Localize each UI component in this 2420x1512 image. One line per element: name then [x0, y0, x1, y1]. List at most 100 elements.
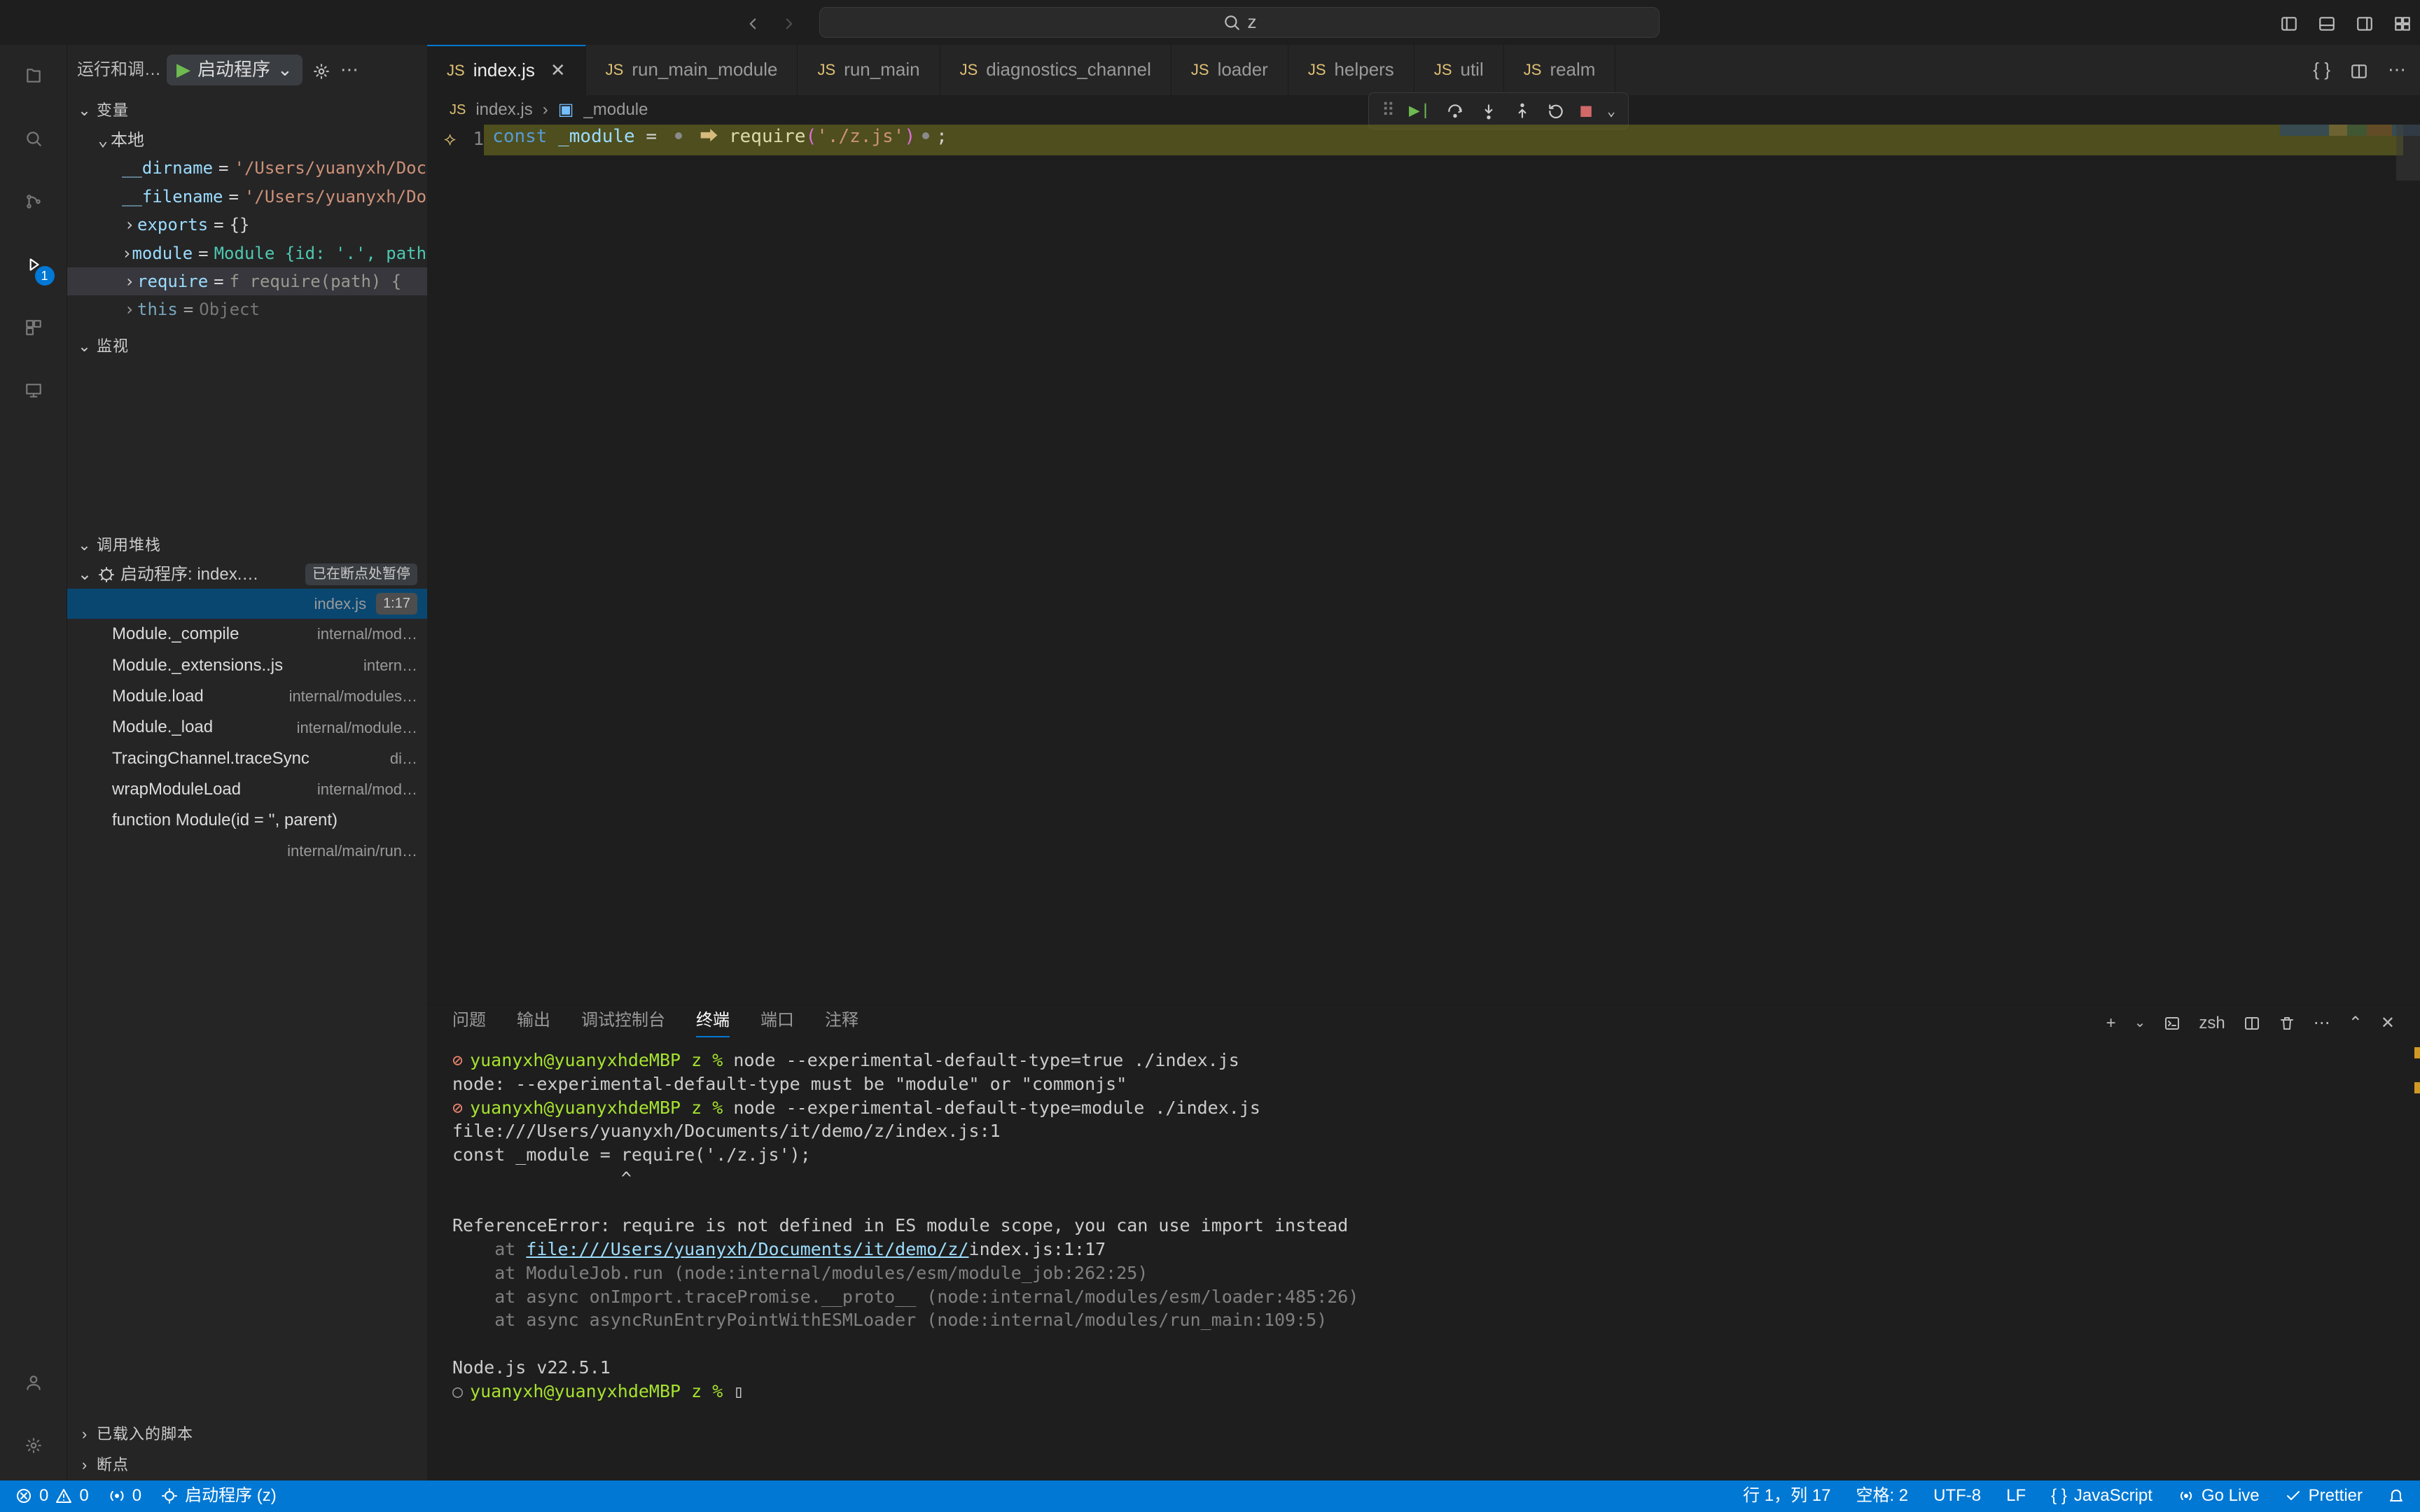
callstack-frame[interactable]: Module._extensions..jsintern… [67, 650, 427, 681]
status-go-live[interactable]: Go Live [2178, 1485, 2260, 1507]
callstack-frame[interactable]: index.js1:17 [67, 589, 427, 619]
callstack-frame[interactable]: Module._compileinternal/mod… [67, 619, 427, 650]
run-debug-icon[interactable]: 1 [18, 249, 49, 280]
chevron-down-icon[interactable]: ⌄ [2134, 1014, 2146, 1032]
braces-icon[interactable]: { } [2313, 57, 2330, 82]
remote-icon[interactable] [18, 375, 49, 406]
terminal-shell-icon[interactable] [2164, 1012, 2181, 1035]
panel-new-icon[interactable]: + [2106, 1012, 2116, 1035]
scope-local[interactable]: ⌄ 本地 [67, 126, 427, 154]
chevron-down-icon: ⌄ [77, 535, 92, 556]
split-editor-icon[interactable] [2350, 57, 2368, 82]
error-icon [15, 1488, 32, 1504]
step-into-icon[interactable] [1480, 99, 1498, 123]
trash-icon[interactable] [2279, 1012, 2295, 1035]
command-center[interactable]: z [819, 7, 1660, 38]
tab-helpers[interactable]: JShelpers [1288, 45, 1414, 95]
step-out-icon[interactable] [1513, 99, 1531, 123]
js-file-icon: JS [960, 59, 978, 80]
panel-tab-终端[interactable]: 终端 [696, 1009, 730, 1037]
chevron-up-icon[interactable]: ⌃ [2349, 1012, 2363, 1035]
layout-left-icon[interactable] [2280, 10, 2298, 34]
tab-index-js[interactable]: JSindex.js✕ [427, 45, 586, 95]
status-eol[interactable]: LF [2006, 1485, 2026, 1507]
callstack-frame[interactable]: wrapModuleLoadinternal/mod… [67, 774, 427, 805]
tab-realm[interactable]: JSrealm [1504, 45, 1616, 95]
editor-area: JSindex.js✕JSrun_main_moduleJSrun_mainJS… [427, 45, 2420, 1480]
nav-back-icon[interactable] [744, 10, 762, 34]
callstack-frame[interactable]: Module.loadinternal/modules… [67, 681, 427, 712]
continue-icon[interactable]: ▶❘ [1409, 99, 1431, 123]
source-control-icon[interactable] [18, 186, 49, 217]
layout-customize-icon[interactable] [2393, 10, 2412, 34]
configure-gear-icon[interactable] [312, 57, 331, 82]
panel-tab-端口[interactable]: 端口 [760, 1009, 794, 1037]
tab-more-icon[interactable]: ⋯ [2388, 57, 2406, 82]
status-debug-launch[interactable]: 启动程序 (z) [161, 1485, 277, 1507]
settings-gear-icon[interactable] [18, 1430, 49, 1461]
close-icon[interactable]: ✕ [550, 58, 566, 83]
terminal[interactable]: ⊘yuanyxh@yuanyxhdeMBP z % node --experim… [427, 1042, 2420, 1480]
var-module[interactable]: › module=Module {id: '.', path:… [67, 239, 427, 267]
panel-tab-注释[interactable]: 注释 [825, 1009, 858, 1037]
panel-close-icon[interactable]: ✕ [2381, 1012, 2395, 1035]
section-variables[interactable]: ⌄ 变量 [67, 95, 427, 126]
breadcrumb-file: index.js [475, 99, 532, 121]
tab-run-main-module[interactable]: JSrun_main_module [586, 45, 798, 95]
chevron-down-icon: ⌄ [77, 564, 92, 586]
chevron-down-icon[interactable]: ⌄ [1607, 102, 1615, 120]
status-encoding[interactable]: UTF-8 [1933, 1485, 1981, 1507]
check-icon [2285, 1488, 2302, 1504]
callstack-frame[interactable]: Module._loadinternal/module… [67, 712, 427, 743]
status-prettier[interactable]: Prettier [2285, 1485, 2363, 1507]
code-line-1[interactable]: ⟡ 1 const _module = ⮕ require('./z.js'); [427, 125, 2420, 155]
tab-run-main[interactable]: JSrun_main [798, 45, 940, 95]
status-ln-col[interactable]: 行 1，列 17 [1743, 1485, 1830, 1507]
status-indent[interactable]: 空格: 2 [1856, 1485, 1908, 1507]
bug-icon [98, 564, 115, 586]
layout-bottom-icon[interactable] [2318, 10, 2336, 34]
account-icon[interactable] [18, 1367, 49, 1398]
callstack-frame[interactable]: TracingChannel.traceSyncdi… [67, 743, 427, 774]
current-statement-arrow-icon: ⮕ [700, 126, 718, 147]
panel-tab-输出[interactable]: 输出 [517, 1009, 550, 1037]
callstack-frame[interactable]: internal/main/run… [67, 836, 427, 866]
js-file-icon: JS [1308, 59, 1326, 80]
section-callstack[interactable]: ⌄ 调用堆栈 [67, 530, 427, 561]
panel-more-icon[interactable]: ⋯ [2314, 1012, 2330, 1035]
broadcast-icon [2178, 1488, 2195, 1504]
line-number: 1 [456, 127, 484, 152]
status-ports[interactable]: 0 [109, 1485, 141, 1507]
status-language[interactable]: { } JavaScript [2051, 1485, 2153, 1507]
step-over-icon[interactable] [1446, 99, 1464, 123]
tab-diagnostics-channel[interactable]: JSdiagnostics_channel [940, 45, 1171, 95]
search-icon[interactable] [18, 123, 49, 154]
tab-loader[interactable]: JSloader [1171, 45, 1288, 95]
panel-tab-问题[interactable]: 问题 [452, 1009, 486, 1037]
split-terminal-icon[interactable] [2244, 1012, 2260, 1035]
stop-icon[interactable]: ■ [1580, 99, 1592, 123]
tab-util[interactable]: JSutil [1414, 45, 1504, 95]
callstack-frame[interactable]: function Module(id = '', parent) [67, 805, 427, 836]
var-this[interactable]: › this=Object [67, 295, 427, 323]
var-dirname[interactable]: __dirname='/Users/yuanyxh/Doc… [67, 154, 427, 182]
section-loaded-scripts[interactable]: › 已载入的脚本 [67, 1419, 427, 1450]
status-bell-icon[interactable] [2388, 1488, 2405, 1504]
section-watch[interactable]: ⌄ 监视 [67, 331, 427, 362]
var-exports[interactable]: › exports={} [67, 211, 427, 239]
status-errors[interactable]: 0 0 [15, 1485, 89, 1507]
panel-tab-调试控制台[interactable]: 调试控制台 [581, 1009, 665, 1037]
nav-forward-icon[interactable] [780, 10, 798, 34]
explorer-icon[interactable] [18, 60, 49, 91]
section-breakpoints[interactable]: › 断点 [67, 1450, 427, 1480]
more-icon[interactable]: ⋯ [340, 57, 359, 82]
var-filename[interactable]: __filename='/Users/yuanyxh/Do… [67, 183, 427, 211]
launch-config-select[interactable]: ▶ 启动程序 ⌄ [167, 55, 302, 85]
minimap-scrollbar[interactable] [2396, 125, 2420, 181]
extensions-icon[interactable] [18, 312, 49, 343]
var-require[interactable]: › require=f require(path) { [67, 267, 427, 295]
grip-icon[interactable]: ⠿ [1382, 99, 1393, 123]
layout-right-icon[interactable] [2356, 10, 2374, 34]
restart-icon[interactable] [1547, 99, 1565, 123]
callstack-thread[interactable]: ⌄ 启动程序: index.… 已在断点处暂停 [67, 561, 427, 589]
